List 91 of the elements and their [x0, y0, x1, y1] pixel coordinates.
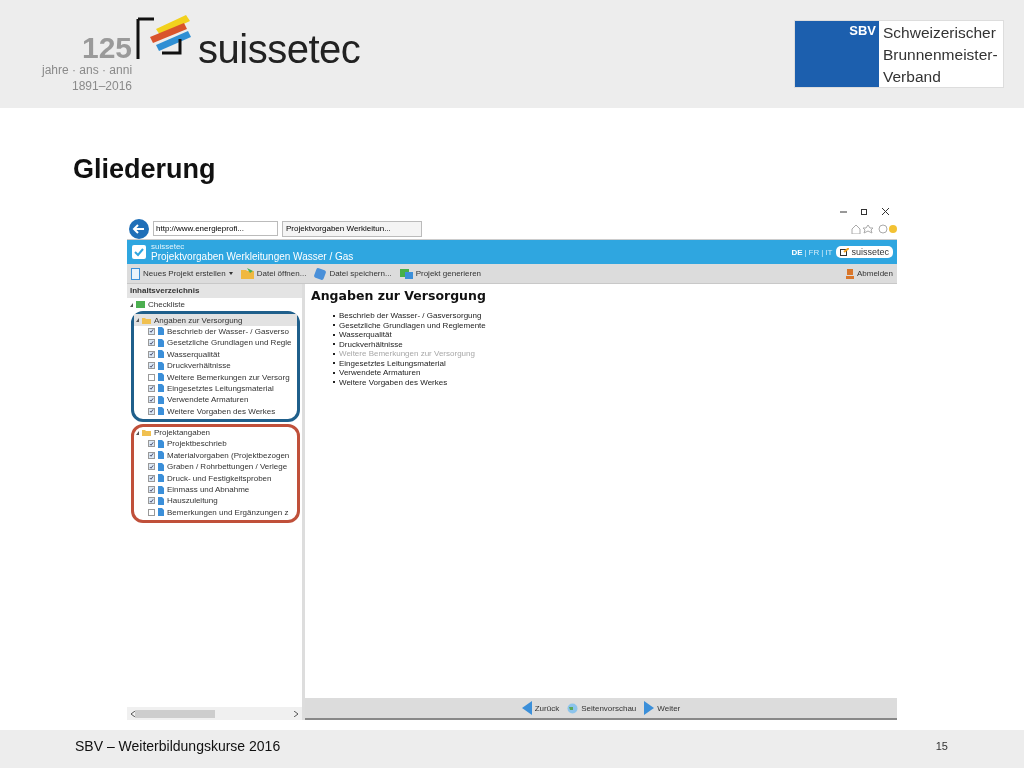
browser-tab[interactable]: Projektvorgaben Werkleitun...	[282, 220, 422, 237]
tree-item[interactable]: Bemerkungen und Ergänzungen z	[167, 507, 289, 517]
close-icon[interactable]	[882, 207, 889, 215]
nav-button[interactable]: Zurück	[521, 701, 560, 715]
forward-arrow-icon	[644, 701, 655, 715]
toolbar-button[interactable]: Projekt generieren	[399, 268, 482, 279]
tree-item[interactable]: Verwendete Armaturen	[167, 395, 249, 405]
logo-text-line: Brunnenmeister-	[883, 45, 998, 65]
tree-group[interactable]: Projektangaben	[134, 426, 297, 439]
nav-button[interactable]: Seitenvorschau	[567, 702, 637, 714]
footer-text: SBV – Weiterbildungskurse 2016	[75, 738, 281, 754]
checkbox[interactable]	[148, 384, 155, 392]
expander-icon[interactable]	[136, 318, 139, 323]
logout-button[interactable]: Abmelden	[845, 268, 893, 279]
slide-title: Gliederung	[73, 153, 217, 186]
document-icon	[131, 267, 140, 280]
chevron-right-icon[interactable]	[294, 710, 298, 717]
expander-icon[interactable]	[130, 302, 133, 307]
checkbox[interactable]	[148, 474, 155, 482]
tree-item[interactable]: Projektbeschrieb	[167, 439, 227, 449]
logo-text-line: Verband	[883, 67, 942, 87]
tree-item[interactable]: Druck- und Festigkeitsproben	[167, 473, 272, 483]
toolbar-button[interactable]: Datei öffnen...	[240, 268, 307, 279]
checkbox[interactable]	[148, 497, 155, 505]
globe-icon	[567, 702, 579, 714]
tree-group[interactable]: Angaben zur Versorgung	[134, 314, 297, 326]
checkbox[interactable]	[148, 396, 155, 404]
chevron-left-icon[interactable]	[131, 710, 135, 717]
checkbox[interactable]	[148, 440, 155, 448]
page-number: 15	[935, 740, 948, 752]
app-brand: suissetec	[151, 242, 186, 251]
person-icon	[845, 268, 854, 279]
checkbox[interactable]	[148, 486, 155, 494]
app-logo: suissetec	[836, 246, 893, 258]
brand-name: suissetec	[198, 27, 361, 73]
back-button-icon[interactable]	[129, 218, 149, 239]
logo-abbreviation: SBV	[848, 22, 877, 40]
section-heading: Angaben zur Versorgung	[311, 288, 487, 303]
back-arrow-icon	[521, 701, 532, 715]
tree-item[interactable]: Eingesetztes Leitungsmaterial	[167, 383, 274, 393]
restore-icon[interactable]	[861, 207, 868, 215]
separator: |	[804, 247, 807, 257]
tree-item[interactable]: Einmass und Abnahme	[167, 485, 250, 495]
expander-icon[interactable]	[136, 430, 139, 435]
tree-item[interactable]: Weitere Vorgaben des Werkes	[167, 406, 276, 416]
toolbar-button[interactable]: Datei speichern...	[314, 267, 392, 280]
folder-icon	[142, 316, 151, 324]
tree-item[interactable]: Gesetzliche Grundlagen und Regle	[167, 338, 292, 348]
separator: |	[821, 247, 824, 257]
checkbox[interactable]	[148, 508, 155, 516]
checkbox[interactable]	[148, 407, 155, 415]
package-icon	[399, 268, 413, 279]
checkbox[interactable]	[148, 373, 155, 381]
tree-item[interactable]: Hauszuleitung	[167, 496, 218, 506]
checkbox[interactable]	[148, 339, 155, 347]
logo-text-line: Schweizerischer	[883, 23, 997, 43]
checkbox[interactable]	[148, 463, 155, 471]
outline-item[interactable]: Beschrieb der Wasser- / Gasversorgung	[333, 311, 891, 321]
tree-item[interactable]: Wasserqualität	[167, 349, 220, 359]
anniversary-tagline: jahre · ans · anni	[42, 63, 133, 79]
outline-item[interactable]: Verwendete Armaturen	[333, 368, 891, 378]
tree-item[interactable]: Druckverhältnisse	[167, 361, 231, 371]
checkbox[interactable]	[148, 451, 155, 459]
tree-item[interactable]: Checkliste	[148, 300, 185, 310]
outline-item[interactable]: Weitere Vorgaben des Werkes	[333, 377, 891, 387]
tree-item[interactable]: Angaben zur Versorgung	[154, 315, 243, 325]
checklist-icon	[136, 301, 145, 309]
address-field[interactable]: http://www.energieprofi...	[153, 221, 278, 236]
tree-item[interactable]: Graben / Rohrbettungen / Verlege	[167, 462, 288, 472]
outline-item[interactable]: Gesetzliche Grundlagen und Reglemente	[333, 320, 891, 330]
folder-icon	[240, 268, 254, 279]
sidebar-header: Inhaltsverzeichnis	[127, 284, 302, 298]
tree-item[interactable]: Beschrieb der Wasser- / Gasverso	[167, 326, 289, 336]
anniversary-number: 125	[82, 33, 133, 64]
toolbar-icons-drawing	[851, 223, 897, 234]
tree-item[interactable]: Weitere Bemerkungen zur Versorg	[167, 372, 290, 382]
outline-item[interactable]: Eingesetztes Leitungsmaterial	[333, 358, 891, 368]
toolbar-button[interactable]: Neues Projekt erstellen	[131, 267, 233, 280]
outline-item[interactable]: Druckverhältnisse	[333, 339, 891, 349]
nav-button[interactable]: Weiter	[644, 701, 681, 715]
checkbox[interactable]	[148, 327, 155, 335]
app-title: Projektvorgaben Werkleitungen Wasser / Gas	[151, 251, 355, 262]
checkbox[interactable]	[148, 362, 155, 370]
scrollbar[interactable]	[127, 707, 302, 720]
folder-icon	[142, 429, 151, 437]
tree-item[interactable]: Projektangaben	[154, 428, 211, 438]
outline-item[interactable]: Wasserqualität	[333, 330, 891, 340]
tree-item[interactable]: Materialvorgaben (Projektbezogen	[167, 450, 290, 460]
anniversary-years: 1891–2016	[71, 79, 133, 95]
checkbox[interactable]	[148, 350, 155, 358]
checkbox-logo-icon	[131, 244, 147, 260]
